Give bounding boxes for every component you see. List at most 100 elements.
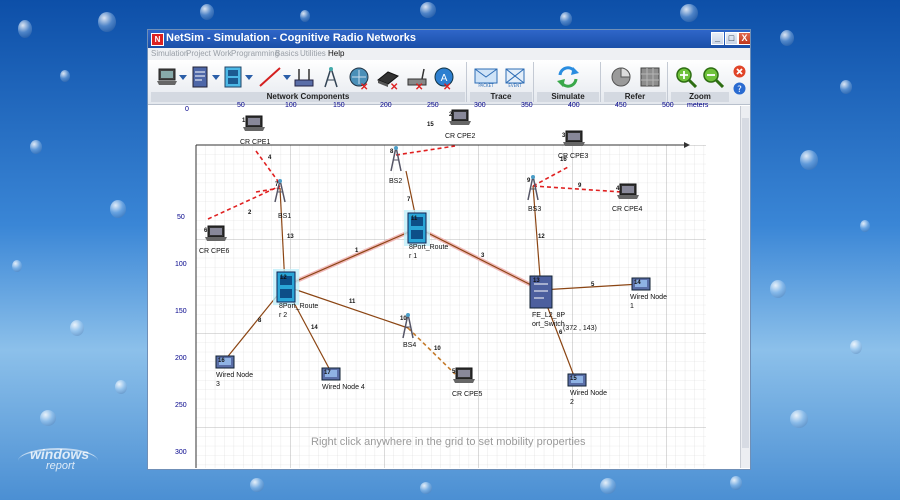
link-number-3: 3 — [481, 253, 485, 259]
y-tick-200: 200 — [175, 355, 187, 362]
x-tick-350: 350 — [521, 102, 533, 109]
cpe4-label: CR CPE4 — [612, 206, 643, 213]
link-number-1: 1 — [355, 248, 359, 254]
simulate-group: Simulate — [536, 62, 601, 102]
node-number-12: 12 — [280, 275, 287, 281]
link-number-13: 13 — [287, 234, 294, 240]
menu-basics[interactable]: Basics — [275, 49, 299, 58]
switch-icon[interactable] — [190, 66, 210, 88]
x-tick-50: 50 — [237, 102, 245, 109]
cr-cpe4-node[interactable] — [617, 183, 639, 199]
link-number-12: 12 — [538, 234, 545, 240]
link-number-15: 15 — [427, 122, 434, 128]
y-tick-150: 150 — [175, 308, 187, 315]
link-dropdown-arrow[interactable] — [283, 75, 291, 80]
vertical-scrollbar[interactable] — [740, 106, 750, 468]
node-number-16: 16 — [218, 358, 225, 364]
help-icon[interactable]: ? — [733, 82, 746, 95]
access-point-icon[interactable] — [293, 66, 315, 88]
mobility-hint: Right click anywhere in the grid to set … — [311, 436, 586, 448]
laptop-icon[interactable] — [156, 66, 178, 88]
simulate-icon[interactable] — [556, 66, 580, 88]
cpe2-label: CR CPE2 — [445, 133, 476, 140]
cpe1-label: CR CPE1 — [240, 139, 271, 146]
minimize-button[interactable]: _ — [711, 32, 724, 45]
bs1-label: BS1 — [278, 213, 292, 220]
menu-simulation[interactable]: Simulation — [151, 49, 188, 58]
router-dropdown-arrow[interactable] — [245, 75, 253, 80]
close-button[interactable]: X — [738, 32, 750, 45]
y-tick-100: 100 — [175, 261, 187, 268]
trace-label: Trace — [470, 92, 532, 102]
network-components-label: Network Components — [151, 92, 465, 102]
maximize-button[interactable]: □ — [725, 32, 738, 45]
cursor-coordinates: (372 , 143) — [563, 325, 597, 332]
refer-group: Refer — [603, 62, 668, 102]
node-number-1: 1 — [242, 118, 246, 124]
network-canvas[interactable]: 0 50 100 150 200 250 300 350 400 450 500… — [150, 102, 738, 468]
link-number-14: 14 — [311, 325, 318, 331]
node-number-6: 6 — [204, 228, 208, 234]
zoom-in-icon[interactable] — [675, 66, 697, 88]
link-number-9: 9 — [578, 183, 582, 189]
menu-bar: Simulation Project Work Programming Basi… — [148, 48, 750, 60]
laptop-dropdown-arrow[interactable] — [179, 75, 187, 80]
window-title: NetSim - Simulation - Cognitive Radio Ne… — [166, 32, 416, 44]
menu-project-work[interactable]: Project Work — [186, 49, 232, 58]
router-icon[interactable] — [223, 66, 243, 88]
cr-cpe3-node[interactable] — [563, 130, 585, 146]
link-number-6: 6 — [559, 330, 563, 336]
wired-node4-label: Wired Node 4 — [322, 384, 365, 391]
event-trace-label: EVENT — [508, 83, 522, 88]
x-tick-100: 100 — [285, 102, 297, 109]
grid-area[interactable] — [150, 106, 738, 468]
bs4-label: BS4 — [403, 342, 417, 349]
cpe6-label: CR CPE6 — [199, 248, 230, 255]
packet-trace-icon[interactable]: PACKET — [474, 66, 498, 88]
link-number-4: 4 — [268, 155, 272, 161]
scrollbar-thumb[interactable] — [742, 118, 749, 448]
link-number-8: 8 — [258, 318, 262, 324]
y-tick-300: 300 — [175, 449, 187, 456]
router1-label-line1: 8Port_Route — [409, 244, 449, 251]
node-number-11: 11 — [411, 216, 418, 222]
x-tick-300: 300 — [474, 102, 486, 109]
router2-label-line2: r 2 — [279, 312, 288, 319]
exit-icon[interactable] — [733, 65, 746, 78]
cr-cpe1-node[interactable] — [243, 115, 265, 131]
event-trace-icon[interactable]: EVENT — [503, 66, 527, 88]
refer-label: Refer — [604, 92, 666, 102]
base-station-icon[interactable] — [322, 66, 340, 88]
cr-cpe5-node[interactable] — [453, 367, 475, 383]
node-number-13: 13 — [533, 278, 540, 284]
node-number-9: 9 — [527, 178, 531, 184]
watermark-line2: report — [46, 460, 75, 472]
menu-help[interactable]: Help — [328, 49, 344, 58]
netsim-app-icon: N — [151, 33, 164, 46]
switch-label-line1: FE_L2_8P — [532, 312, 566, 319]
cr-cpe6-node[interactable] — [205, 225, 227, 241]
metrics-pie-icon[interactable] — [610, 66, 632, 88]
x-tick-500: 500 — [662, 102, 674, 109]
netsim-window: N NetSim - Simulation - Cognitive Radio … — [147, 29, 751, 470]
link-number-10: 10 — [434, 346, 441, 352]
node-number-2: 2 — [449, 112, 453, 118]
windows-report-watermark: windows report — [18, 446, 108, 476]
node-number-14: 14 — [634, 280, 641, 286]
switch-dropdown-arrow[interactable] — [212, 75, 220, 80]
wired-link-icon[interactable] — [258, 66, 282, 88]
bs2-label: BS2 — [389, 178, 403, 185]
menu-programming[interactable]: Programming — [231, 49, 279, 58]
link-number-7: 7 — [407, 197, 411, 203]
zoom-out-icon[interactable] — [702, 66, 724, 88]
cpe5-label: CR CPE5 — [452, 391, 483, 398]
link-number-16: 16 — [560, 157, 567, 163]
grid-reference-icon[interactable] — [639, 66, 661, 88]
toolbar: ✕ ✕ ✕ A ✕ Network Components PACKET EVEN… — [148, 60, 750, 105]
packet-trace-label: PACKET — [478, 83, 494, 88]
y-tick-50: 50 — [177, 214, 185, 221]
node-number-17: 17 — [324, 370, 331, 376]
menu-utilities[interactable]: Utilities — [300, 49, 326, 58]
title-bar: N NetSim - Simulation - Cognitive Radio … — [148, 30, 750, 48]
x-tick-450: 450 — [615, 102, 627, 109]
